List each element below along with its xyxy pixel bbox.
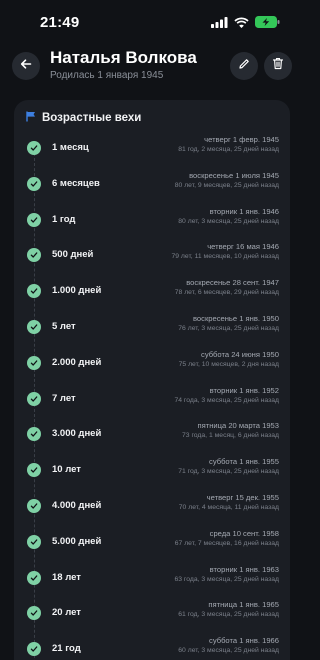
- status-icons: [211, 15, 280, 33]
- milestone-label: 18 лет: [52, 571, 81, 583]
- cellular-signal-icon: [211, 15, 228, 33]
- milestone-label: 20 лет: [52, 607, 81, 619]
- milestone-elapsed: 81 год, 2 месяца, 25 дней назад: [178, 146, 279, 153]
- arrow-left-icon: [20, 57, 32, 75]
- milestone-label: 21 год: [52, 643, 81, 655]
- check-circle-icon: [27, 570, 41, 585]
- person-name: Наталья Волкова: [50, 48, 197, 67]
- milestone-date: суббота 24 июня 1950: [201, 349, 279, 359]
- flag-icon: [26, 109, 36, 127]
- milestone-label: 7 лет: [52, 392, 76, 404]
- milestone-date: четверг 15 дек. 1955: [206, 493, 279, 502]
- check-circle-icon: [27, 212, 41, 227]
- milestone-elapsed: 74 года, 3 месяца, 25 дней назад: [174, 396, 279, 404]
- milestone-date: пятница 1 янв. 1965: [208, 600, 279, 610]
- milestone-elapsed: 63 года, 3 месяца, 25 дней назад: [174, 575, 279, 583]
- milestone-row[interactable]: 1 год вторник 1 янв. 1946 80 лет, 3 месяца…: [14, 202, 290, 238]
- milestone-label: 10 лет: [52, 464, 81, 476]
- milestone-date: суббота 1 янв. 1966: [209, 636, 279, 646]
- milestone-row[interactable]: 5.000 дней среда 10 сент. 1958 67 лет, 7 м…: [14, 524, 290, 560]
- milestone-date: суббота 1 янв. 1955: [209, 457, 279, 467]
- milestone-elapsed: 80 лет, 9 месяцев, 25 дней назад: [174, 181, 279, 189]
- milestone-label: 3.000 дней: [52, 428, 102, 440]
- trash-icon: [272, 57, 284, 75]
- birth-date: Родилась 1 января 1945: [50, 70, 164, 81]
- pencil-icon: [238, 57, 250, 75]
- milestone-elapsed: 79 лет, 11 месяцев, 10 дней назад: [171, 253, 279, 261]
- milestone-label: 1 месяц: [52, 142, 89, 153]
- check-circle-icon: [27, 427, 41, 442]
- milestone-label: 5 лет: [52, 321, 76, 332]
- battery-charging-icon: [255, 15, 280, 33]
- check-circle-icon: [27, 642, 41, 657]
- edit-button[interactable]: [230, 52, 258, 80]
- milestone-row[interactable]: 10 лет суббота 1 янв. 1955 71 год, 3 месяц…: [14, 452, 290, 488]
- milestone-row[interactable]: 21 год суббота 1 янв. 1966 60 лет, 3 месяц…: [14, 631, 290, 660]
- milestone-elapsed: 75 лет, 10 месяцев, 2 дня назад: [178, 360, 279, 368]
- milestone-elapsed: 67 лет, 7 месяцев, 16 дней назад: [174, 539, 279, 547]
- milestone-date: пятница 20 марта 1953: [197, 421, 280, 431]
- card-title: Возрастные вехи: [42, 112, 142, 124]
- milestone-date: воскресенье 1 янв. 1950: [192, 314, 279, 323]
- check-circle-icon: [27, 534, 41, 549]
- milestone-row[interactable]: 1.000 дней воскресенье 28 сент. 1947 78 ле…: [14, 273, 290, 309]
- check-circle-icon: [27, 284, 41, 299]
- check-circle-icon: [27, 320, 41, 334]
- milestone-label: 500 дней: [52, 249, 94, 261]
- milestone-date: четверг 16 мая 1946: [207, 242, 279, 252]
- milestone-date: среда 10 сент. 1958: [209, 528, 279, 538]
- check-circle-icon: [27, 606, 41, 621]
- milestone-elapsed: 73 года, 1 месяц, 6 дней назад: [182, 432, 279, 440]
- profile-header: Наталья Волкова Родилась 1 января 1945: [0, 44, 304, 92]
- milestone-label: 1.000 дней: [52, 285, 102, 297]
- milestone-row[interactable]: 7 лет вторник 1 янв. 1952 74 года, 3 месяц…: [14, 381, 290, 417]
- milestone-row[interactable]: 5 лет воскресенье 1 янв. 1950 76 лет, 3 ме…: [14, 309, 290, 345]
- milestone-row[interactable]: 500 дней четверг 16 мая 1946 79 лет, 11 ме…: [14, 237, 290, 273]
- milestone-date: четверг 1 февр. 1945: [204, 135, 279, 144]
- milestone-label: 5.000 дней: [52, 535, 102, 547]
- check-circle-icon: [27, 248, 41, 263]
- milestone-elapsed: 78 лет, 6 месяцев, 29 дней назад: [174, 289, 279, 297]
- milestone-elapsed: 80 лет, 3 месяца, 25 дней назад: [178, 217, 279, 225]
- milestone-date: воскресенье 28 сент. 1947: [186, 278, 279, 288]
- check-circle-icon: [27, 499, 41, 513]
- milestone-date: вторник 1 янв. 1963: [209, 564, 279, 574]
- check-circle-icon: [27, 391, 41, 406]
- milestone-row[interactable]: 18 лет вторник 1 янв. 1963 63 года, 3 меся…: [14, 560, 290, 596]
- wifi-icon: [234, 15, 249, 33]
- milestone-label: 1 год: [52, 213, 76, 225]
- check-circle-icon: [27, 355, 41, 370]
- milestone-label: 4.000 дней: [52, 500, 102, 511]
- milestone-row[interactable]: 3.000 дней пятница 20 марта 1953 73 года, …: [14, 416, 290, 452]
- milestone-row[interactable]: 6 месяцев воскресенье 1 июля 1945 80 лет, …: [14, 166, 290, 202]
- milestone-elapsed: 61 год, 3 месяца, 25 дней назад: [178, 611, 279, 619]
- status-bar: 21:49: [0, 0, 304, 44]
- milestones-card: Возрастные вехи 1 месяц четверг 1 февр. 1…: [14, 100, 290, 660]
- back-button[interactable]: [12, 52, 40, 80]
- check-circle-icon: [27, 141, 41, 155]
- milestone-date: вторник 1 янв. 1946: [209, 206, 279, 216]
- milestone-row[interactable]: 1 месяц четверг 1 февр. 1945 81 год, 2 мес…: [14, 130, 290, 166]
- card-header: Возрастные вехи: [26, 110, 141, 126]
- milestone-elapsed: 60 лет, 3 месяца, 25 дней назад: [178, 647, 279, 655]
- status-time: 21:49: [40, 14, 80, 31]
- milestone-elapsed: 70 лет, 4 месяца, 11 дней назад: [178, 504, 279, 511]
- milestone-row[interactable]: 2.000 дней суббота 24 июня 1950 75 лет, 10…: [14, 345, 290, 381]
- milestone-elapsed: 71 год, 3 месяца, 25 дней назад: [178, 468, 279, 476]
- check-circle-icon: [27, 463, 41, 478]
- milestone-elapsed: 76 лет, 3 месяца, 25 дней назад: [178, 325, 279, 332]
- milestone-row[interactable]: 20 лет пятница 1 янв. 1965 61 год, 3 месяц…: [14, 595, 290, 631]
- milestone-label: 2.000 дней: [52, 356, 102, 368]
- milestone-label: 6 месяцев: [52, 177, 100, 189]
- milestone-date: вторник 1 янв. 1952: [209, 385, 279, 395]
- milestone-date: воскресенье 1 июля 1945: [189, 170, 279, 180]
- milestone-row[interactable]: 4.000 дней четверг 15 дек. 1955 70 лет, 4 …: [14, 488, 290, 524]
- delete-button[interactable]: [264, 52, 292, 80]
- check-circle-icon: [27, 176, 41, 191]
